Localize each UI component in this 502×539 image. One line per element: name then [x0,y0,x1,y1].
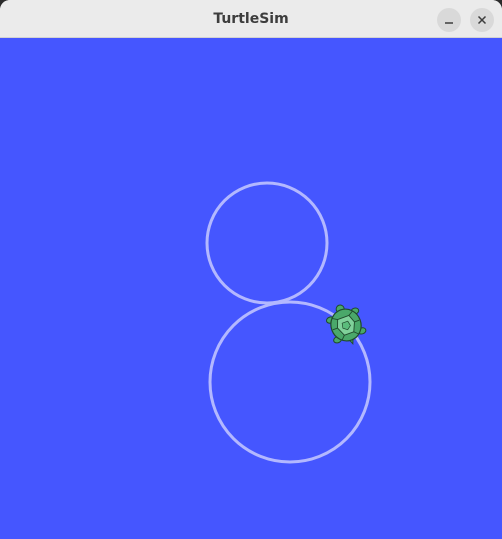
window-title: TurtleSim [213,11,289,27]
close-button[interactable] [470,8,494,32]
minimize-icon [444,15,454,25]
close-icon [477,15,487,25]
turtle-canvas [0,38,502,539]
canvas-background [0,38,502,539]
minimize-button[interactable] [437,8,461,32]
title-bar[interactable]: TurtleSim [0,0,502,38]
turtlesim-window: TurtleSim [0,0,502,539]
